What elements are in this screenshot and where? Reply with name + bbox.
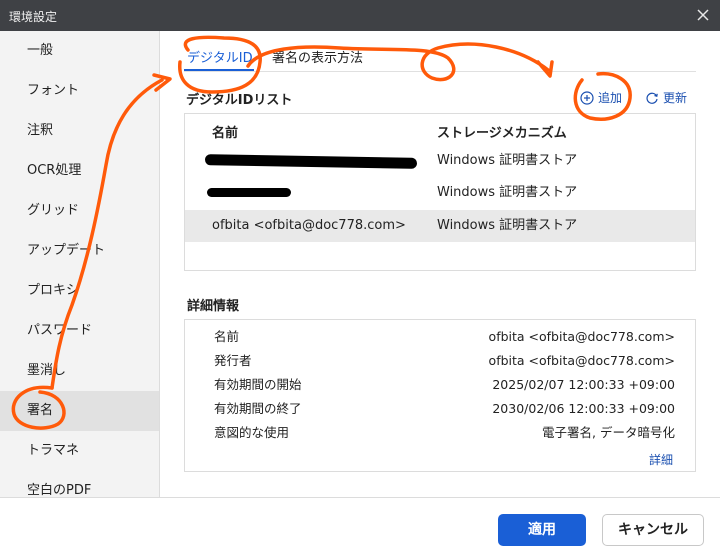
storage-cell: Windows 証明書ストア xyxy=(437,185,578,200)
detail-value: 2025/02/07 12:00:33 +09:00 xyxy=(492,377,675,392)
dialog-footer: 適用 キャンセル xyxy=(0,497,720,559)
table-row[interactable]: Windows 証明書ストア xyxy=(185,145,695,177)
column-header-storage: ストレージメカニズム xyxy=(437,126,567,141)
detail-row-valid-to: 有効期間の終了 2030/02/06 12:00:33 +09:00 xyxy=(185,397,695,421)
digital-id-list-title: デジタルIDリスト xyxy=(186,93,293,108)
settings-sidebar: 一般 フォント 注釈 OCR処理 グリッド アップデート プロキシ パスワード … xyxy=(0,31,160,497)
close-icon[interactable] xyxy=(694,6,712,24)
detail-row-issuer: 発行者 ofbita <ofbita@doc778.com> xyxy=(185,349,695,373)
detail-key: 意図的な使用 xyxy=(214,425,290,440)
add-button[interactable]: 追加 xyxy=(580,89,622,106)
sidebar-item-label: 墨消し xyxy=(27,363,67,378)
sidebar-item-label: パスワード xyxy=(27,323,93,338)
storage-cell: Windows 証明書ストア xyxy=(437,153,578,168)
sidebar-item-label: 署名 xyxy=(27,403,54,418)
sidebar-item-blank-pdf[interactable]: 空白のPDF xyxy=(0,471,159,497)
sidebar-item-annotation[interactable]: 注釈 xyxy=(0,111,159,151)
detail-key: 名前 xyxy=(214,329,240,344)
detail-row-name: 名前 ofbita <ofbita@doc778.com> xyxy=(185,325,695,349)
sidebar-item-signature[interactable]: 署名 xyxy=(0,391,159,431)
sidebar-item-grid[interactable]: グリッド xyxy=(0,191,159,231)
details-more-link[interactable]: 詳細 xyxy=(649,451,673,468)
sidebar-item-ocr[interactable]: OCR処理 xyxy=(0,151,159,191)
sidebar-item-label: トラマネ xyxy=(27,443,80,458)
refresh-button[interactable]: 更新 xyxy=(645,89,687,106)
sidebar-item-label: プロキシ xyxy=(27,283,80,298)
table-row[interactable]: Windows 証明書ストア xyxy=(185,177,695,209)
add-label: 追加 xyxy=(598,91,623,105)
detail-row-valid-from: 有効期間の開始 2025/02/07 12:00:33 +09:00 xyxy=(185,373,695,397)
sidebar-item-label: OCR処理 xyxy=(27,163,82,178)
sidebar-item-label: アップデート xyxy=(27,243,106,258)
refresh-icon xyxy=(646,92,658,104)
sidebar-item-label: グリッド xyxy=(27,203,80,218)
add-icon xyxy=(580,90,594,105)
digital-id-table: 名前 ストレージメカニズム Windows 証明書ストア Windows 証明書… xyxy=(184,113,696,271)
sidebar-item-font[interactable]: フォント xyxy=(0,71,159,111)
refresh-label: 更新 xyxy=(663,91,688,105)
sidebar-item-tramane[interactable]: トラマネ xyxy=(0,431,159,471)
sidebar-item-label: 一般 xyxy=(27,43,54,58)
table-row[interactable]: ofbita <ofbita@doc778.com> Windows 証明書スト… xyxy=(185,210,695,242)
signature-settings-panel: デジタルID 署名の表示方法 デジタルIDリスト 追加 更新 名前 ストレージメ… xyxy=(160,31,720,497)
sidebar-item-update[interactable]: アップデート xyxy=(0,231,159,271)
sidebar-item-password[interactable]: パスワード xyxy=(0,311,159,351)
detail-key: 有効期間の終了 xyxy=(214,401,302,416)
tab-divider xyxy=(184,71,696,72)
redacted-name xyxy=(207,188,291,197)
detail-value: 2030/02/06 12:00:33 +09:00 xyxy=(492,401,675,416)
storage-cell: Windows 証明書ストア xyxy=(437,218,578,233)
detail-value: ofbita <ofbita@doc778.com> xyxy=(488,353,675,368)
sidebar-item-general[interactable]: 一般 xyxy=(0,31,159,71)
detail-key: 発行者 xyxy=(214,353,252,368)
name-cell: ofbita <ofbita@doc778.com> xyxy=(212,218,406,233)
sidebar-item-label: フォント xyxy=(27,83,80,98)
detail-key: 有効期間の開始 xyxy=(214,377,302,392)
redacted-name xyxy=(204,154,418,169)
active-tab-indicator xyxy=(184,69,254,71)
details-panel: 名前 ofbita <ofbita@doc778.com> 発行者 ofbita… xyxy=(184,319,696,472)
title-bar: 環境設定 xyxy=(0,0,720,31)
sidebar-item-redaction[interactable]: 墨消し xyxy=(0,351,159,391)
sidebar-item-label: 注釈 xyxy=(27,123,54,138)
details-title: 詳細情報 xyxy=(187,299,240,314)
detail-value: 電子署名, データ暗号化 xyxy=(542,425,675,440)
sidebar-item-label: 空白のPDF xyxy=(27,483,92,497)
cancel-button[interactable]: キャンセル xyxy=(602,514,704,546)
detail-value: ofbita <ofbita@doc778.com> xyxy=(488,329,675,344)
window-title: 環境設定 xyxy=(9,10,58,24)
sidebar-item-proxy[interactable]: プロキシ xyxy=(0,271,159,311)
column-header-name: 名前 xyxy=(212,126,239,141)
detail-row-intended-use: 意図的な使用 電子署名, データ暗号化 xyxy=(185,421,695,445)
apply-button[interactable]: 適用 xyxy=(498,514,586,546)
tab-signature-appearance[interactable]: 署名の表示方法 xyxy=(272,47,363,66)
tab-digital-id[interactable]: デジタルID xyxy=(187,47,253,66)
